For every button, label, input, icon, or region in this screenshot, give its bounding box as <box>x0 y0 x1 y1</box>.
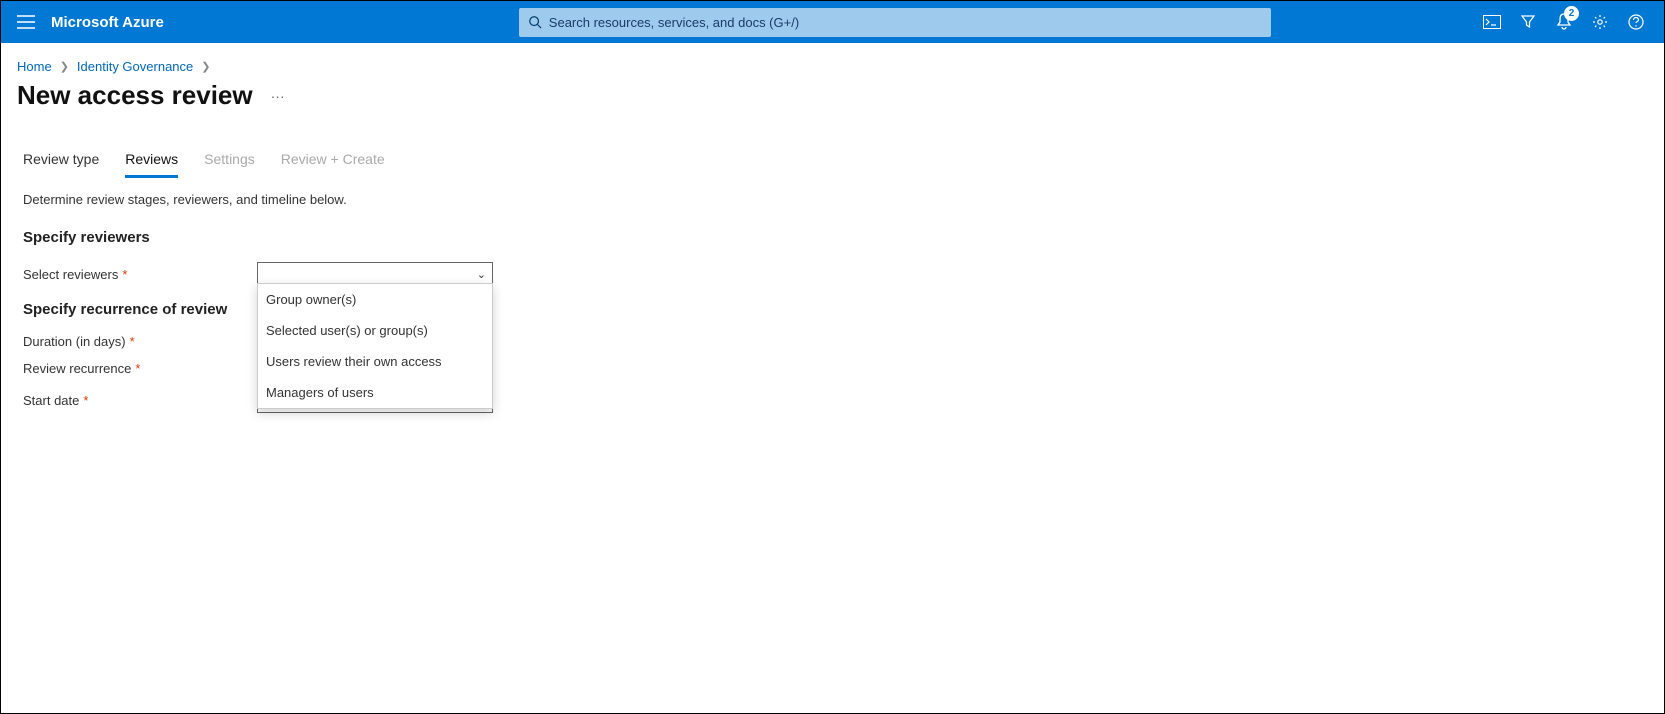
help-button[interactable] <box>1618 1 1654 43</box>
hamburger-icon <box>17 15 35 29</box>
help-icon <box>1628 14 1644 30</box>
required-star: * <box>130 334 135 349</box>
search-placeholder-text: Search resources, services, and docs (G+… <box>549 15 799 30</box>
tab-review-type[interactable]: Review type <box>23 151 99 178</box>
chevron-right-icon: ❯ <box>201 60 210 73</box>
duration-label-text: Duration (in days) <box>23 334 126 349</box>
dropdown-option-users-own[interactable]: Users review their own access <box>258 346 492 377</box>
required-star: * <box>83 393 88 408</box>
hamburger-menu[interactable] <box>1 1 51 43</box>
tab-settings: Settings <box>204 151 255 178</box>
select-reviewers-dropdown-popup: Group owner(s) Selected user(s) or group… <box>257 283 493 409</box>
label-duration: Duration (in days) * <box>23 334 257 349</box>
section-specify-recurrence: Specify recurrence of review Duration (i… <box>1 293 1664 419</box>
label-start-date: Start date * <box>23 393 257 408</box>
more-actions-button[interactable]: ··· <box>267 84 289 108</box>
chevron-down-icon: ⌄ <box>477 268 486 281</box>
cloud-shell-icon <box>1483 15 1501 29</box>
required-star: * <box>135 361 140 376</box>
chevron-right-icon: ❯ <box>60 60 69 73</box>
label-recurrence: Review recurrence * <box>23 361 257 376</box>
brand-title: Microsoft Azure <box>51 14 184 31</box>
filter-icon <box>1520 14 1536 30</box>
dropdown-option-selected-users[interactable]: Selected user(s) or group(s) <box>258 315 492 346</box>
section-specify-reviewers: Specify reviewers Select reviewers * ⌄ <box>1 221 1664 293</box>
tab-review-create: Review + Create <box>281 151 385 178</box>
breadcrumb-home[interactable]: Home <box>17 59 52 74</box>
gear-icon <box>1592 14 1608 30</box>
breadcrumb: Home ❯ Identity Governance ❯ <box>1 43 1664 78</box>
cloud-shell-button[interactable] <box>1474 1 1510 43</box>
start-date-label-text: Start date <box>23 393 79 408</box>
page-title: New access review <box>17 80 253 111</box>
topbar: Microsoft Azure Search resources, servic… <box>1 1 1664 43</box>
section-title-reviewers: Specify reviewers <box>23 229 1642 256</box>
required-star: * <box>122 267 127 282</box>
dropdown-option-managers[interactable]: Managers of users <box>258 377 492 408</box>
label-select-reviewers: Select reviewers * <box>23 267 257 282</box>
help-text: Determine review stages, reviewers, and … <box>1 178 1664 221</box>
tabs: Review type Reviews Settings Review + Cr… <box>1 131 1664 178</box>
tab-reviews[interactable]: Reviews <box>125 151 178 178</box>
topbar-right: 2 <box>1474 1 1664 43</box>
breadcrumb-identity-governance[interactable]: Identity Governance <box>77 59 193 74</box>
search-input[interactable]: Search resources, services, and docs (G+… <box>519 8 1271 37</box>
dropdown-option-group-owners[interactable]: Group owner(s) <box>258 284 492 315</box>
directory-filter-button[interactable] <box>1510 1 1546 43</box>
notification-badge: 2 <box>1564 6 1579 21</box>
select-reviewers-label-text: Select reviewers <box>23 267 118 282</box>
recurrence-label-text: Review recurrence <box>23 361 131 376</box>
settings-button[interactable] <box>1582 1 1618 43</box>
title-row: New access review ··· <box>1 78 1664 131</box>
notifications-button[interactable]: 2 <box>1546 1 1582 43</box>
search-icon <box>527 14 543 30</box>
